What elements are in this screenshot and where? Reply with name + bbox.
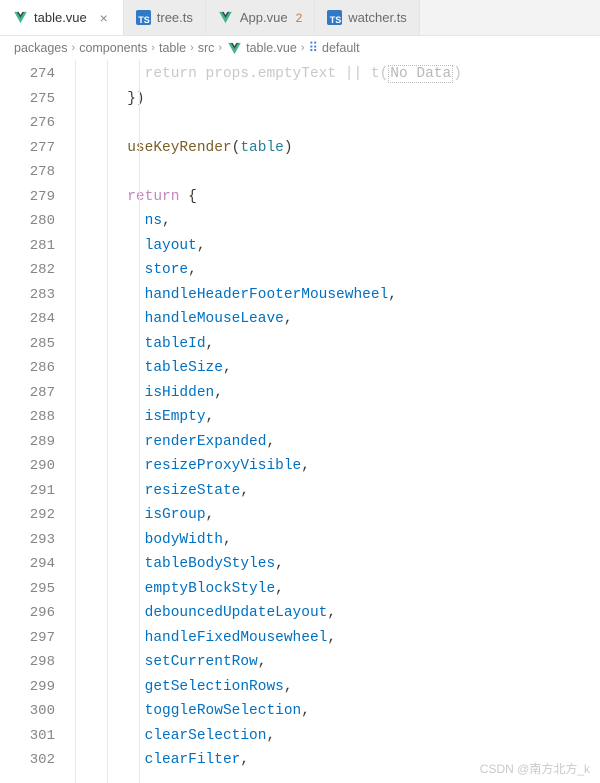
breadcrumb-item[interactable]: table.vue <box>226 40 297 56</box>
line-number: 292 <box>0 503 55 528</box>
code-line[interactable]: resizeState, <box>75 479 600 504</box>
line-number: 293 <box>0 528 55 553</box>
code-line[interactable]: isHidden, <box>75 381 600 406</box>
line-number: 284 <box>0 307 55 332</box>
close-icon[interactable]: × <box>97 11 111 25</box>
chevron-right-icon: › <box>301 42 305 54</box>
code-line[interactable]: tableId, <box>75 332 600 357</box>
breadcrumb-item[interactable]: table <box>159 41 186 55</box>
code-line[interactable]: bodyWidth, <box>75 528 600 553</box>
code-line[interactable]: getSelectionRows, <box>75 675 600 700</box>
line-number: 300 <box>0 699 55 724</box>
ts-icon: TS <box>327 10 342 25</box>
line-number: 278 <box>0 160 55 185</box>
line-number: 275 <box>0 87 55 112</box>
code-line[interactable]: tableSize, <box>75 356 600 381</box>
line-number: 274 <box>0 62 55 87</box>
line-number: 297 <box>0 626 55 651</box>
line-number: 276 <box>0 111 55 136</box>
code-line[interactable]: renderExpanded, <box>75 430 600 455</box>
tab-watcher-ts[interactable]: TS watcher.ts <box>315 0 420 35</box>
code-line[interactable]: resizeProxyVisible, <box>75 454 600 479</box>
code-line[interactable]: setCurrentRow, <box>75 650 600 675</box>
line-number: 286 <box>0 356 55 381</box>
tab-table-vue[interactable]: table.vue × <box>0 0 124 35</box>
line-number: 298 <box>0 650 55 675</box>
line-number: 290 <box>0 454 55 479</box>
breadcrumb-item[interactable]: components <box>79 41 147 55</box>
vue-icon <box>218 10 234 26</box>
line-number: 285 <box>0 332 55 357</box>
line-number: 301 <box>0 724 55 749</box>
line-number: 289 <box>0 430 55 455</box>
line-number: 288 <box>0 405 55 430</box>
chevron-right-icon: › <box>190 42 194 54</box>
line-number: 302 <box>0 748 55 773</box>
line-number: 294 <box>0 552 55 577</box>
line-number: 280 <box>0 209 55 234</box>
code-line[interactable]: useKeyRender(table) <box>75 136 600 161</box>
breadcrumb-item[interactable]: packages <box>14 41 68 55</box>
tab-modified-badge: 2 <box>296 11 303 25</box>
tab-tree-ts[interactable]: TS tree.ts <box>124 0 206 35</box>
code-line[interactable]: clearSelection, <box>75 724 600 749</box>
tabs-bar: table.vue × TS tree.ts App.vue 2 TS watcher.ts <box>0 0 600 36</box>
vue-icon <box>226 40 242 56</box>
tab-label: tree.ts <box>157 10 193 25</box>
code-line[interactable]: isGroup, <box>75 503 600 528</box>
gutter: 2742752762772782792802812822832842852862… <box>0 60 75 783</box>
code-line[interactable]: store, <box>75 258 600 283</box>
vue-icon <box>12 10 28 26</box>
code-line[interactable]: emptyBlockStyle, <box>75 577 600 602</box>
code-line[interactable]: tableBodyStyles, <box>75 552 600 577</box>
symbol-icon: ⠿ <box>309 40 319 56</box>
code-line[interactable] <box>75 111 600 136</box>
line-number: 281 <box>0 234 55 259</box>
code-area[interactable]: return props.emptyText || t(No Data) }) … <box>75 60 600 783</box>
chevron-right-icon: › <box>151 42 155 54</box>
line-number: 291 <box>0 479 55 504</box>
ts-icon: TS <box>136 10 151 25</box>
code-line[interactable]: toggleRowSelection, <box>75 699 600 724</box>
line-number: 279 <box>0 185 55 210</box>
code-line[interactable]: ns, <box>75 209 600 234</box>
line-number: 283 <box>0 283 55 308</box>
line-number: 282 <box>0 258 55 283</box>
line-number: 287 <box>0 381 55 406</box>
editor: 2742752762772782792802812822832842852862… <box>0 60 600 783</box>
line-number: 296 <box>0 601 55 626</box>
tab-label: App.vue <box>240 10 288 25</box>
code-line[interactable]: handleMouseLeave, <box>75 307 600 332</box>
line-number: 277 <box>0 136 55 161</box>
code-line[interactable]: return { <box>75 185 600 210</box>
chevron-right-icon: › <box>218 42 222 54</box>
breadcrumb-item[interactable]: src <box>198 41 215 55</box>
code-line[interactable]: handleHeaderFooterMousewheel, <box>75 283 600 308</box>
breadcrumb-item[interactable]: ⠿default <box>309 40 360 56</box>
code-line[interactable]: layout, <box>75 234 600 259</box>
line-number: 299 <box>0 675 55 700</box>
chevron-right-icon: › <box>72 42 76 54</box>
tab-App-vue[interactable]: App.vue 2 <box>206 0 315 35</box>
code-line[interactable]: }) <box>75 87 600 112</box>
code-line[interactable]: handleFixedMousewheel, <box>75 626 600 651</box>
breadcrumb: packages›components›table›src›table.vue›… <box>0 36 600 60</box>
code-line[interactable]: debouncedUpdateLayout, <box>75 601 600 626</box>
watermark: CSDN @南方北方_k <box>480 760 590 777</box>
code-line[interactable]: return props.emptyText || t(No Data) <box>75 62 600 87</box>
code-line[interactable] <box>75 160 600 185</box>
tab-label: watcher.ts <box>348 10 407 25</box>
code-line[interactable]: isEmpty, <box>75 405 600 430</box>
line-number: 295 <box>0 577 55 602</box>
tab-label: table.vue <box>34 10 87 25</box>
